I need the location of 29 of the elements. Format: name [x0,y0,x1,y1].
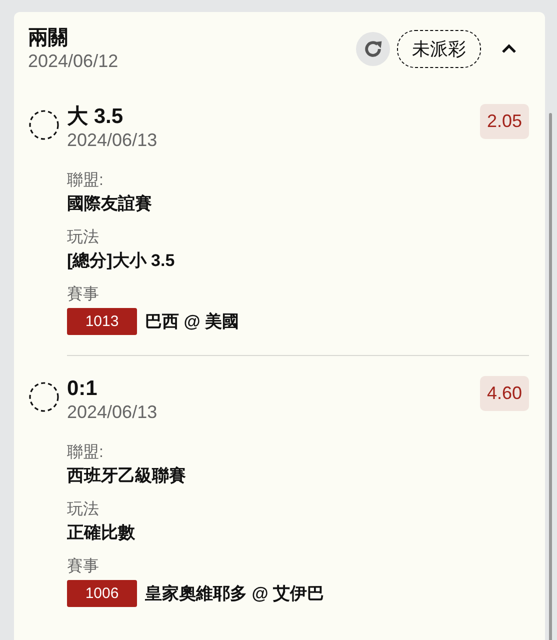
selection-title: 大 3.5 [67,104,124,129]
field-value: 國際友誼賽 [67,193,152,215]
odds-badge: 2.05 [480,104,529,139]
field-value: [總分]大小 3.5 [67,250,175,272]
field-value: 正確比數 [67,522,135,544]
field-label: 聯盟: [67,443,104,463]
match-date: 2024/06/13 [67,129,158,152]
bet-date: 2024/06/12 [28,50,120,72]
event-code-badge: 1013 [67,308,137,335]
chevron-icon [501,43,517,55]
selection-title: 0:1 [67,376,98,401]
odds-badge: 4.60 [480,376,529,411]
bet-title: 兩關 [28,26,69,50]
scrollbar[interactable] [549,113,552,640]
match-name: 皇家奧維耶多 @ 艾伊巴 [145,582,324,604]
event-code-badge: 1006 [67,580,137,607]
field-label: 聯盟: [67,171,104,191]
field-value: 西班牙乙級聯賽 [67,465,186,487]
field-label: 玩法 [67,228,99,248]
refresh-button[interactable] [356,32,390,66]
field-label: 賽事 [67,284,99,305]
status-circle-icon [28,109,60,141]
refresh-icon [362,38,384,60]
status-circle-icon [28,381,60,413]
status-badge: 未派彩 [397,30,481,68]
match-date: 2024/06/13 [67,401,158,424]
match-name: 巴西 @ 美國 [145,310,240,332]
field-label: 玩法 [67,500,99,520]
field-label: 賽事 [67,556,99,577]
